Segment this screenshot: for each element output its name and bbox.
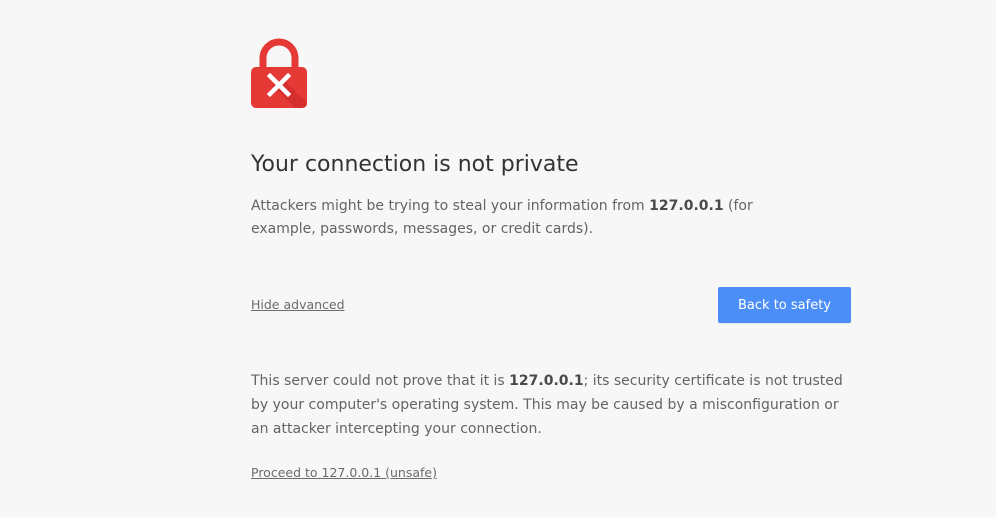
advanced-details-text: This server could not prove that it is 1… [251,369,851,441]
host-name: 127.0.0.1 [649,198,724,214]
details-host-name: 127.0.0.1 [509,373,584,389]
explanation-text: Attackers might be trying to steal your … [251,195,811,241]
back-to-safety-button[interactable]: Back to safety [718,287,851,323]
proceed-unsafe-link[interactable]: Proceed to 127.0.0.1 (unsafe) [251,465,437,480]
details-prefix: This server could not prove that it is [251,373,510,389]
action-row: Hide advanced Back to safety [251,287,851,323]
hide-advanced-link[interactable]: Hide advanced [251,297,345,312]
interstitial-page: Your connection is not private Attackers… [0,0,996,517]
main-message: Your connection is not private Attackers… [251,148,851,241]
page-title: Your connection is not private [251,152,579,177]
lock-error-icon [250,38,308,110]
explanation-prefix: Attackers might be trying to steal your … [251,198,650,214]
